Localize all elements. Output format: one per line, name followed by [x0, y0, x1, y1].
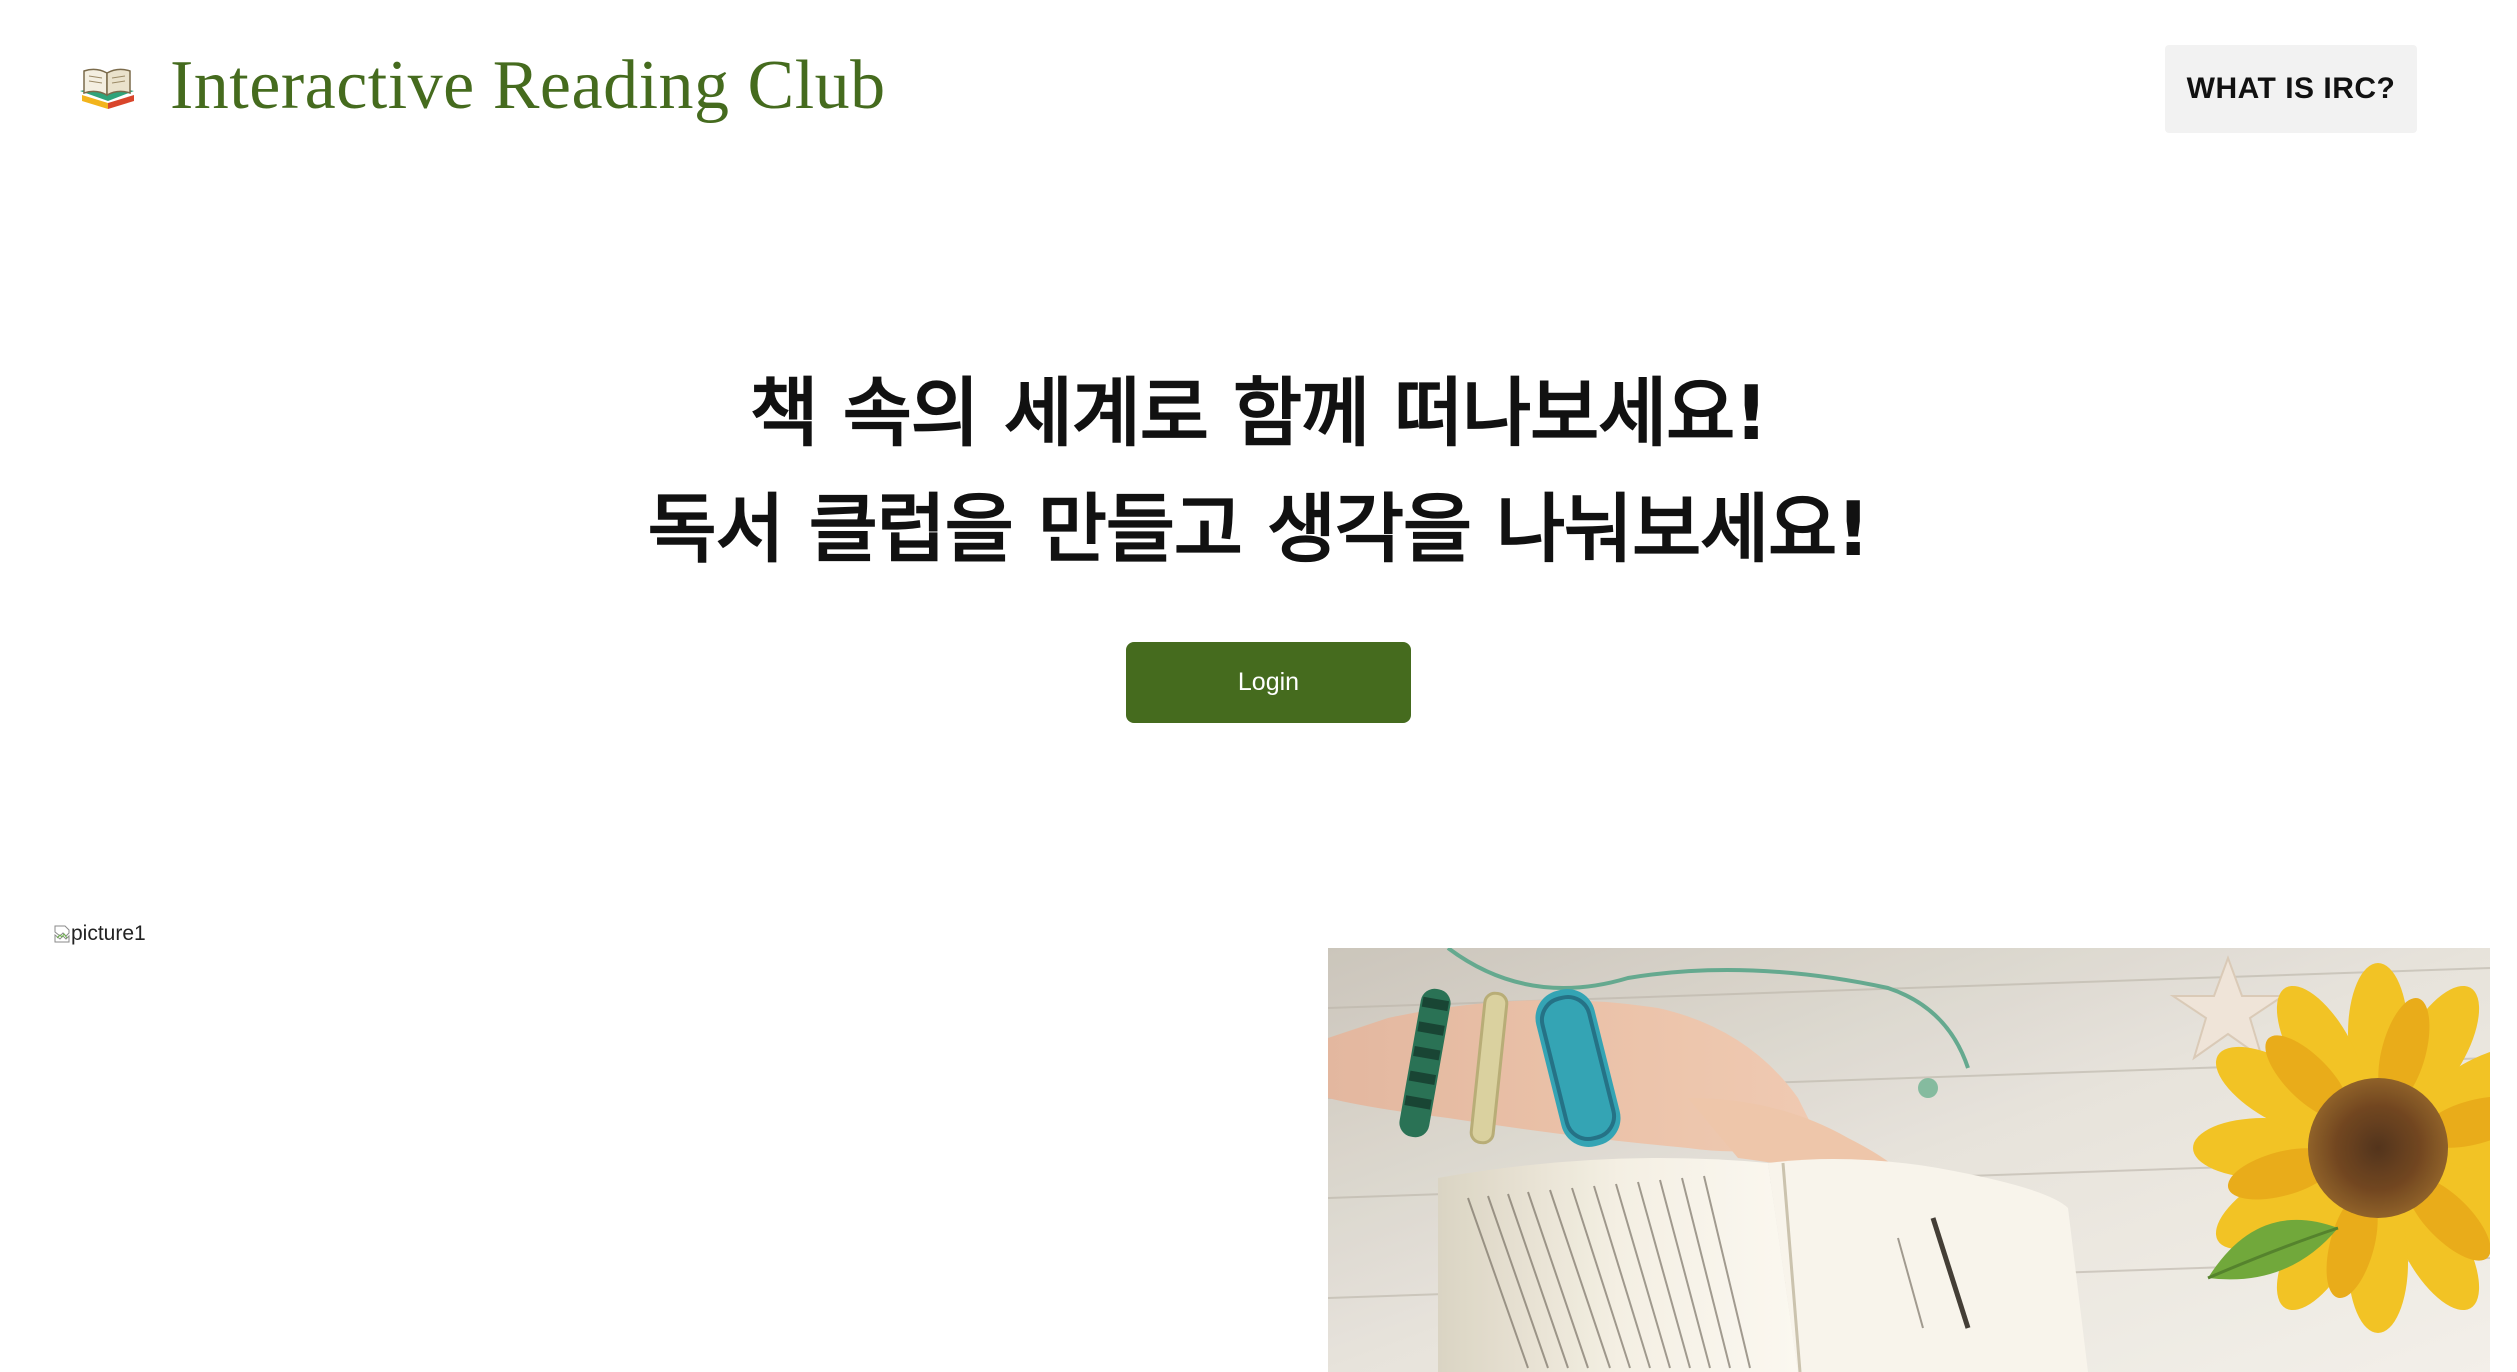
login-button[interactable]: Login [1126, 642, 1411, 723]
hero-headline-line1: 책 속의 세계로 함께 떠나보세요! [749, 369, 1769, 457]
brand-title: Interactive Reading Club [170, 47, 886, 124]
hero-section: 책 속의 세계로 함께 떠나보세요! 독서 클럽을 만들고 생각을 나눠보세요! [0, 355, 2517, 587]
landing-page: Interactive Reading Club WHAT IS IRC? 책 … [0, 0, 2517, 1372]
picture1-alt-text: picture1 [71, 922, 146, 945]
picture1-broken-image: picture1 [54, 922, 146, 946]
what-is-irc-button[interactable]: WHAT IS IRC? [2165, 45, 2417, 133]
open-book-icon [76, 61, 138, 111]
broken-image-icon [54, 925, 70, 943]
reading-book-sunflower-photo [1328, 948, 2490, 1372]
site-header: Interactive Reading Club WHAT IS IRC? [0, 0, 2517, 170]
hero-headline-line2: 독서 클럽을 만들고 생각을 나눠보세요! [647, 485, 1871, 573]
brand-home-link[interactable]: Interactive Reading Club [76, 36, 886, 136]
